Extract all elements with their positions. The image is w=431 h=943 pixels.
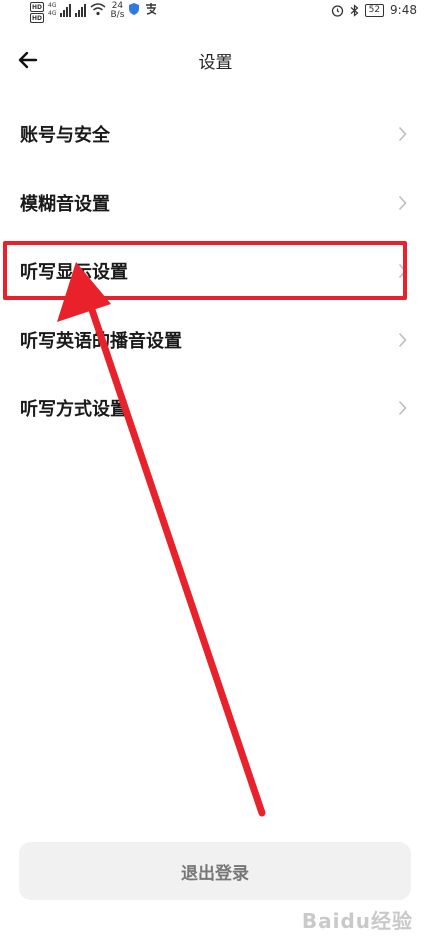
status-right: 52 9:48 — [331, 3, 417, 17]
menu-item-fuzzy-sound[interactable]: 模糊音设置 — [0, 169, 431, 238]
bluetooth-icon — [350, 3, 359, 17]
menu-item-label: 模糊音设置 — [20, 193, 110, 215]
header: 设置 — [0, 38, 431, 82]
settings-menu: 账号与安全 模糊音设置 听写显示设置 听写英语的播音设置 听写方式设置 — [0, 100, 431, 443]
net-label: 4G — [48, 10, 57, 17]
chevron-right-icon — [398, 195, 407, 210]
logout-button[interactable]: 退出登录 — [19, 842, 411, 900]
speed-unit: B/s — [110, 10, 125, 20]
signal-icon — [75, 3, 87, 17]
net-type: 4G 4G — [48, 2, 56, 18]
network-speed: 24 B/s — [110, 2, 124, 20]
chevron-right-icon — [398, 127, 407, 142]
clock: 9:48 — [390, 3, 417, 17]
status-left: HD HD 4G 4G 24 B/s — [30, 2, 158, 23]
menu-item-english-broadcast[interactable]: 听写英语的播音设置 — [0, 306, 431, 375]
menu-item-dictation-display[interactable]: 听写显示设置 — [0, 237, 431, 306]
menu-item-dictation-mode[interactable]: 听写方式设置 — [0, 374, 431, 443]
hd-badge: HD — [30, 2, 45, 12]
menu-item-label: 听写显示设置 — [20, 262, 128, 284]
hd-indicators: HD HD — [30, 2, 45, 23]
shield-icon — [129, 3, 140, 15]
menu-item-account-security[interactable]: 账号与安全 — [0, 100, 431, 169]
hd-badge: HD — [30, 13, 45, 23]
chevron-right-icon — [398, 401, 407, 416]
wifi-icon — [90, 3, 106, 16]
alipay-icon — [146, 3, 157, 15]
battery-icon: 52 — [364, 3, 385, 17]
menu-item-label: 听写英语的播音设置 — [20, 330, 182, 352]
status-bar: HD HD 4G 4G 24 B/s 52 9:48 — [0, 0, 431, 24]
signal-icon — [60, 3, 72, 17]
watermark: Baidu经验 — [301, 909, 413, 933]
chevron-right-icon — [398, 264, 407, 279]
alarm-icon — [331, 4, 343, 17]
chevron-right-icon — [398, 332, 407, 347]
menu-item-label: 听写方式设置 — [20, 399, 128, 421]
net-label: 4G — [48, 2, 57, 9]
page-title: 设置 — [198, 53, 233, 73]
menu-item-label: 账号与安全 — [20, 125, 110, 147]
